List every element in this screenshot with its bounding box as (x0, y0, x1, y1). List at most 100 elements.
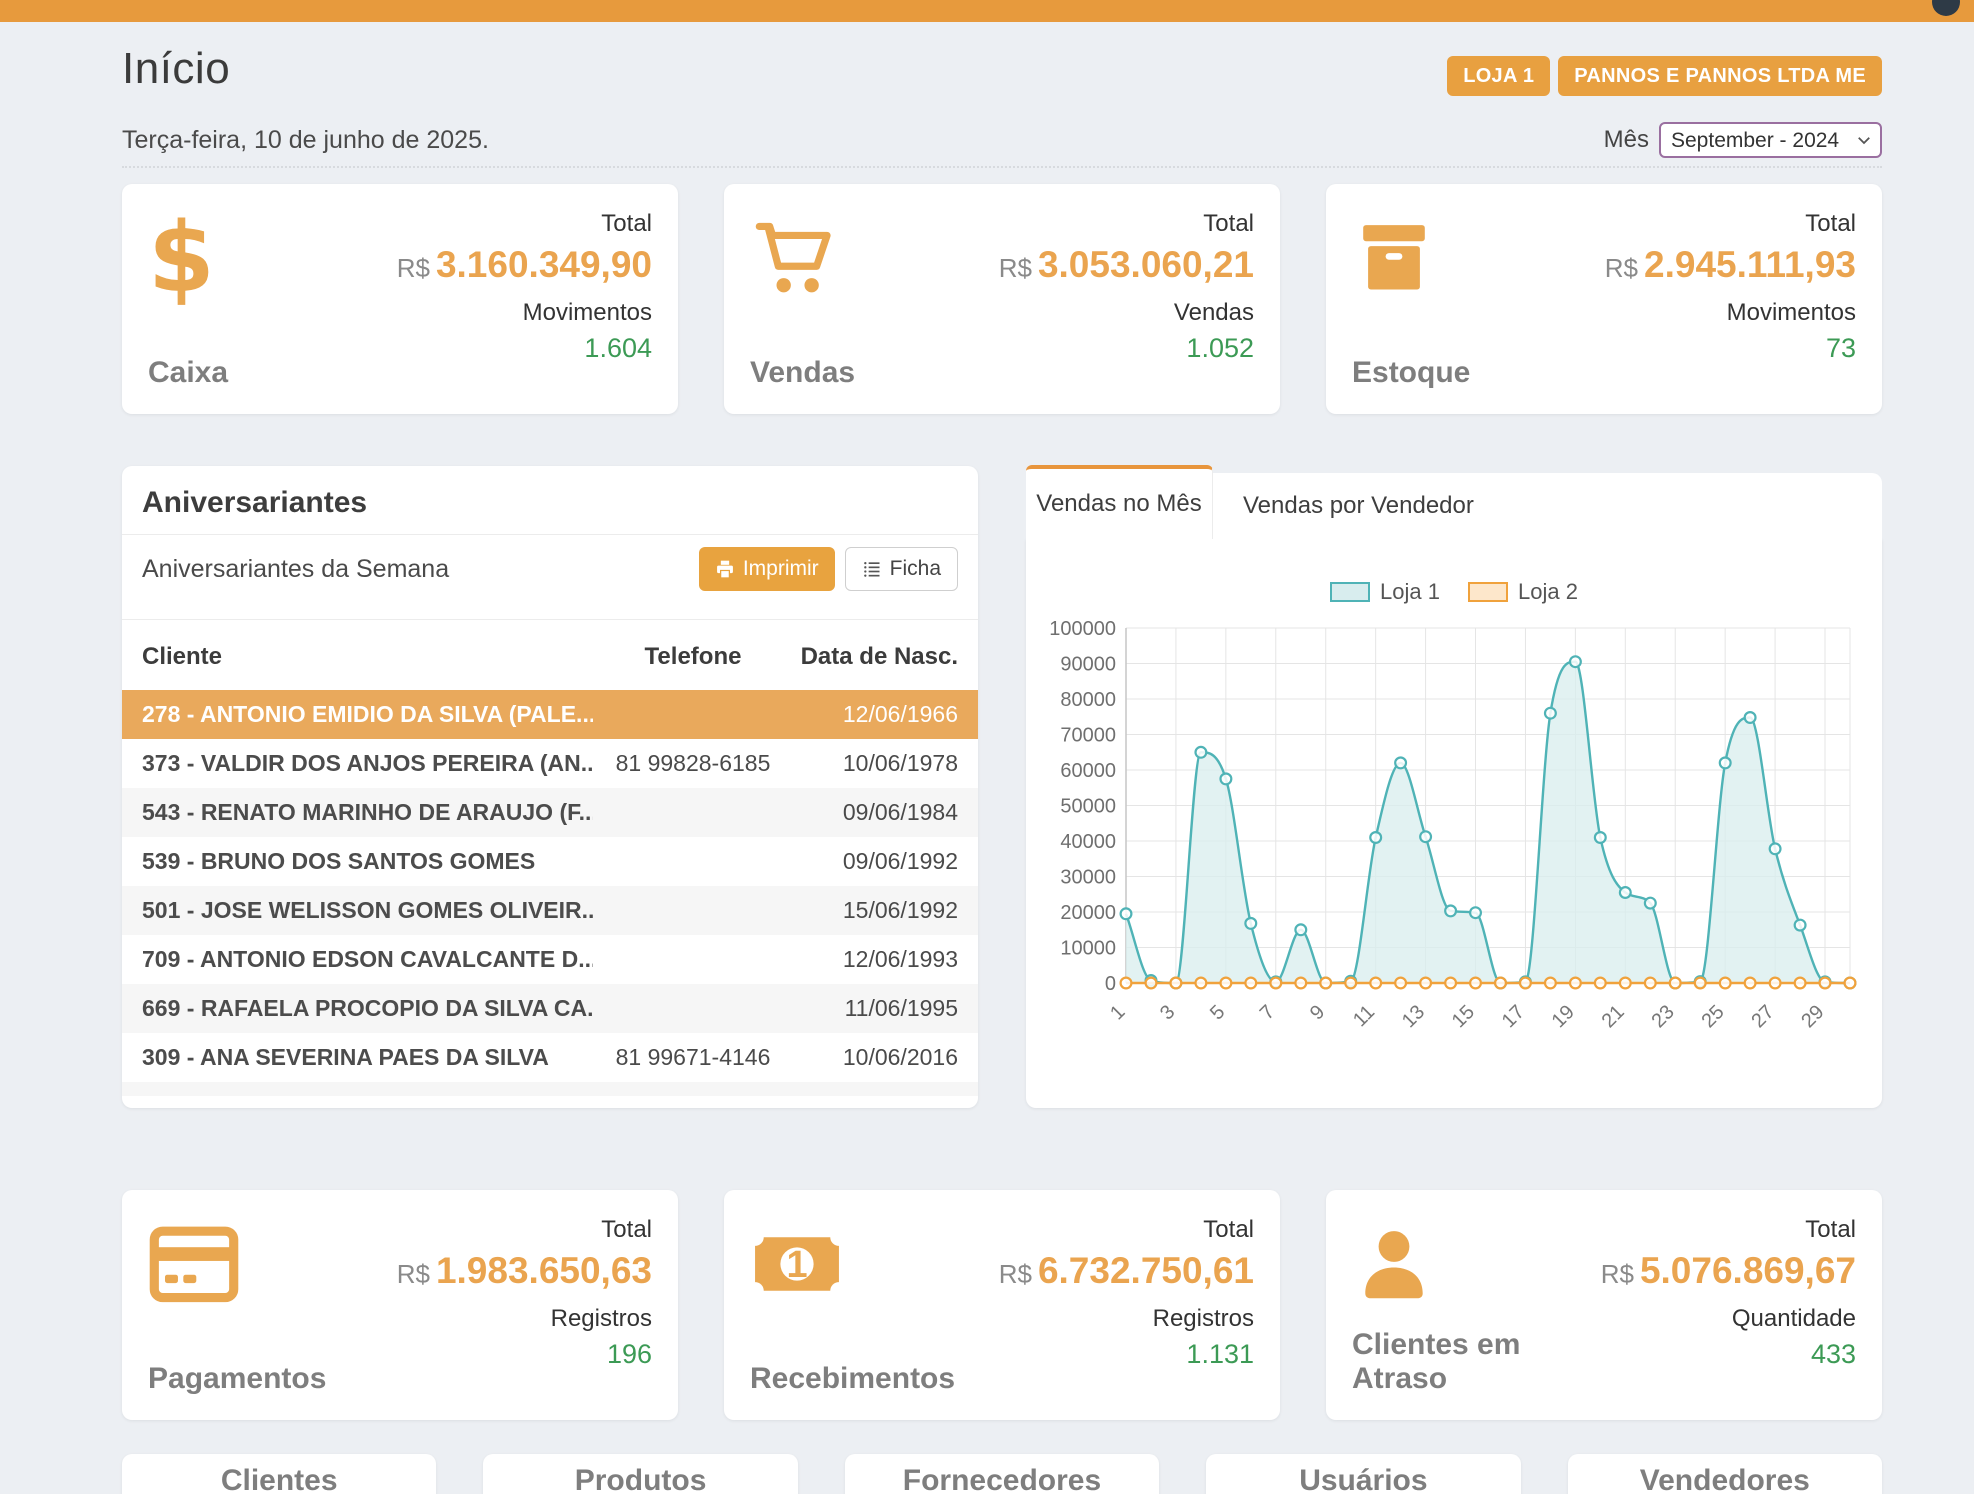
table-row[interactable]: 501 - JOSE WELISSON GOMES OLIVEIR... 15/… (122, 886, 978, 935)
svg-text:19: 19 (1548, 1001, 1579, 1032)
total-value: R$5.076.869,67 (1601, 1250, 1856, 1293)
card-label: Clientes em Atraso (1352, 1328, 1601, 1396)
total-label: Total (999, 1216, 1254, 1244)
birthdays-title: Aniversariantes (142, 486, 958, 520)
box-icon (1352, 210, 1470, 306)
card-vendas: Vendas Total R$3.053.060,21 Vendas 1.052 (724, 184, 1280, 414)
table-row[interactable]: 373 - VALDIR DOS ANJOS PEREIRA (AN... 81… (122, 739, 978, 788)
ficha-button[interactable]: Ficha (845, 547, 958, 591)
svg-text:13: 13 (1398, 1001, 1429, 1032)
print-button[interactable]: Imprimir (699, 547, 835, 591)
sales-tabbar: Vendas no Mês Vendas por Vendedor (1026, 460, 1882, 539)
svg-text:17: 17 (1498, 1001, 1529, 1032)
table-row[interactable]: 309 - ANA SEVERINA PAES DA SILVA 81 9967… (122, 1033, 978, 1082)
svg-text:21: 21 (1598, 1001, 1629, 1032)
card-label: Fornecedores (903, 1464, 1101, 1494)
svg-text:1: 1 (786, 1244, 807, 1286)
table-header: Cliente Telefone Data de Nasc. (122, 624, 978, 690)
store-button[interactable]: LOJA 1 (1447, 56, 1550, 96)
card-recebimentos: 1 Recebimentos Total R$6.732.750,61 Regi… (724, 1190, 1280, 1420)
svg-text:60000: 60000 (1060, 760, 1116, 782)
card-fornecedores[interactable]: Fornecedores (845, 1454, 1159, 1494)
table-row[interactable]: 543 - RENATO MARINHO DE ARAUJO (F... 09/… (122, 788, 978, 837)
svg-text:70000: 70000 (1060, 725, 1116, 747)
tab-vendas-por-vendedor[interactable]: Vendas por Vendedor (1213, 473, 1882, 539)
svg-text:25: 25 (1697, 1001, 1728, 1032)
svg-text:7: 7 (1256, 1001, 1279, 1024)
col-phone: Telefone (593, 643, 793, 671)
current-date: Terça-feira, 10 de junho de 2025. (122, 126, 489, 155)
svg-text:15: 15 (1448, 1001, 1479, 1032)
count-label: Movimentos (397, 299, 652, 327)
credit-card-icon (148, 1216, 326, 1312)
col-client: Cliente (142, 643, 593, 671)
svg-text:40000: 40000 (1060, 831, 1116, 853)
legend-loja1: Loja 1 (1330, 579, 1440, 605)
count-value: 196 (397, 1339, 652, 1370)
card-label: Vendas (750, 356, 855, 390)
svg-text:30000: 30000 (1060, 867, 1116, 889)
svg-text:11: 11 (1349, 1001, 1379, 1031)
table-row[interactable]: 709 - ANTONIO EDSON CAVALCANTE D... 12/0… (122, 935, 978, 984)
card-usuarios[interactable]: Usuários (1206, 1454, 1520, 1494)
sales-month-chart: 0100002000030000400005000060000700008000… (1048, 613, 1868, 1043)
count-label: Movimentos (1605, 299, 1856, 327)
total-value: R$1.983.650,63 (397, 1250, 652, 1293)
count-value: 433 (1601, 1339, 1856, 1370)
chart-legend: Loja 1 Loja 2 (1026, 539, 1882, 605)
legend-swatch-loja2 (1468, 582, 1508, 602)
header-buttons: LOJA 1 PANNOS E PANNOS LTDA ME (1447, 56, 1882, 96)
topbar-avatar[interactable] (1932, 0, 1960, 16)
count-value: 1.052 (999, 333, 1254, 364)
svg-text:1: 1 (1106, 1001, 1129, 1024)
topbar (0, 0, 1974, 22)
table-row[interactable]: 669 - RAFAELA PROCOPIO DA SILVA CA... 11… (122, 984, 978, 1033)
printer-icon (715, 559, 735, 579)
divider (122, 619, 978, 620)
birthdays-panel: Aniversariantes Aniversariantes da Seman… (122, 466, 978, 1108)
birthdays-table: Cliente Telefone Data de Nasc. 278 - ANT… (122, 624, 978, 1096)
total-value: R$2.945.111,93 (1605, 244, 1856, 287)
count-label: Registros (397, 1305, 652, 1333)
legend-loja2: Loja 2 (1468, 579, 1578, 605)
card-label: Caixa (148, 356, 228, 390)
company-button[interactable]: PANNOS E PANNOS LTDA ME (1558, 56, 1882, 96)
count-value: 1.131 (999, 1339, 1254, 1370)
person-icon (1352, 1216, 1601, 1312)
svg-text:80000: 80000 (1060, 689, 1116, 711)
total-label: Total (397, 1216, 652, 1244)
svg-text:90000: 90000 (1060, 654, 1116, 676)
card-pagamentos: Pagamentos Total R$1.983.650,63 Registro… (122, 1190, 678, 1420)
legend-swatch-loja1 (1330, 582, 1370, 602)
list-icon (862, 559, 882, 579)
svg-text:5: 5 (1206, 1001, 1229, 1024)
month-select[interactable]: September - 2024 (1659, 122, 1882, 158)
card-label: Estoque (1352, 356, 1470, 390)
card-vendedores[interactable]: Vendedores (1568, 1454, 1882, 1494)
sales-panel: Vendas no Mês Vendas por Vendedor Loja 1… (1026, 460, 1882, 1108)
card-caixa: $ Caixa Total R$3.160.349,90 Movimentos … (122, 184, 678, 414)
total-label: Total (397, 210, 652, 238)
count-value: 1.604 (397, 333, 652, 364)
svg-text:10000: 10000 (1060, 938, 1116, 960)
count-value: 73 (1605, 333, 1856, 364)
card-clientes[interactable]: Clientes (122, 1454, 436, 1494)
svg-text:23: 23 (1647, 1001, 1678, 1032)
card-produtos[interactable]: Produtos (483, 1454, 797, 1494)
divider (122, 166, 1882, 168)
total-label: Total (999, 210, 1254, 238)
card-estoque: Estoque Total R$2.945.111,93 Movimentos … (1326, 184, 1882, 414)
svg-text:29: 29 (1797, 1001, 1828, 1032)
count-label: Registros (999, 1305, 1254, 1333)
card-label: Usuários (1299, 1464, 1427, 1494)
total-value: R$3.053.060,21 (999, 244, 1254, 287)
svg-text:3: 3 (1156, 1001, 1179, 1024)
svg-text:100000: 100000 (1049, 618, 1116, 640)
card-clientes-em-atraso: Clientes em Atraso Total R$5.076.869,67 … (1326, 1190, 1882, 1420)
tab-vendas-no-mes[interactable]: Vendas no Mês (1026, 465, 1213, 539)
table-row[interactable]: 539 - BRUNO DOS SANTOS GOMES 09/06/1992 (122, 837, 978, 886)
table-row-partial (122, 1082, 978, 1096)
col-birthdate: Data de Nasc. (793, 643, 958, 671)
table-row[interactable]: 278 - ANTONIO EMIDIO DA SILVA (PALE... 1… (122, 690, 978, 739)
cart-icon (750, 210, 855, 306)
